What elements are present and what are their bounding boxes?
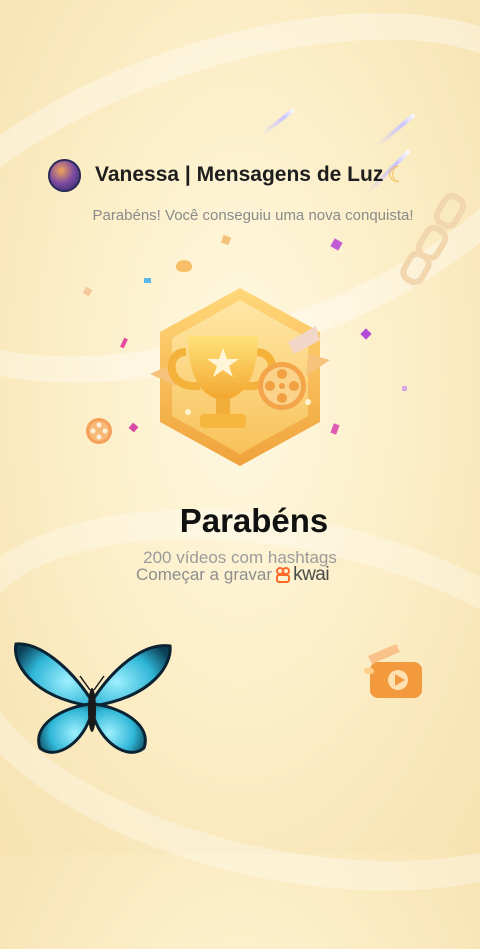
butterfly-sticker bbox=[13, 642, 172, 754]
confetti-piece bbox=[82, 286, 93, 297]
confetti-piece bbox=[360, 328, 372, 340]
start-recording-link[interactable]: Começar a gravar kwai bbox=[136, 564, 330, 586]
confetti-piece bbox=[128, 422, 139, 433]
confetti-piece bbox=[402, 386, 407, 391]
film-reel-coin bbox=[86, 418, 112, 444]
meteor-decoration bbox=[261, 108, 295, 136]
confetti-piece bbox=[220, 234, 232, 246]
meteor-decoration bbox=[376, 113, 416, 147]
creator-header[interactable]: Vanessa | Mensagens de Luz ☾ bbox=[48, 158, 407, 192]
film-chain-decoration bbox=[400, 192, 467, 286]
trophy-film-reel-badge bbox=[150, 288, 330, 466]
start-recording-label[interactable]: Começar a gravar bbox=[136, 565, 272, 585]
crescent-moon-icon: ☾ bbox=[387, 162, 408, 187]
confetti-piece bbox=[330, 238, 343, 251]
kwai-brand: kwai bbox=[293, 564, 330, 585]
confetti-piece bbox=[176, 260, 192, 272]
play-box-decoration bbox=[364, 644, 422, 698]
avatar[interactable] bbox=[48, 158, 81, 192]
username[interactable]: Vanessa | Mensagens de Luz bbox=[95, 163, 383, 187]
kwai-logo-icon bbox=[275, 567, 291, 583]
confetti-piece bbox=[120, 337, 128, 349]
achievement-title: Parabéns bbox=[179, 502, 329, 539]
